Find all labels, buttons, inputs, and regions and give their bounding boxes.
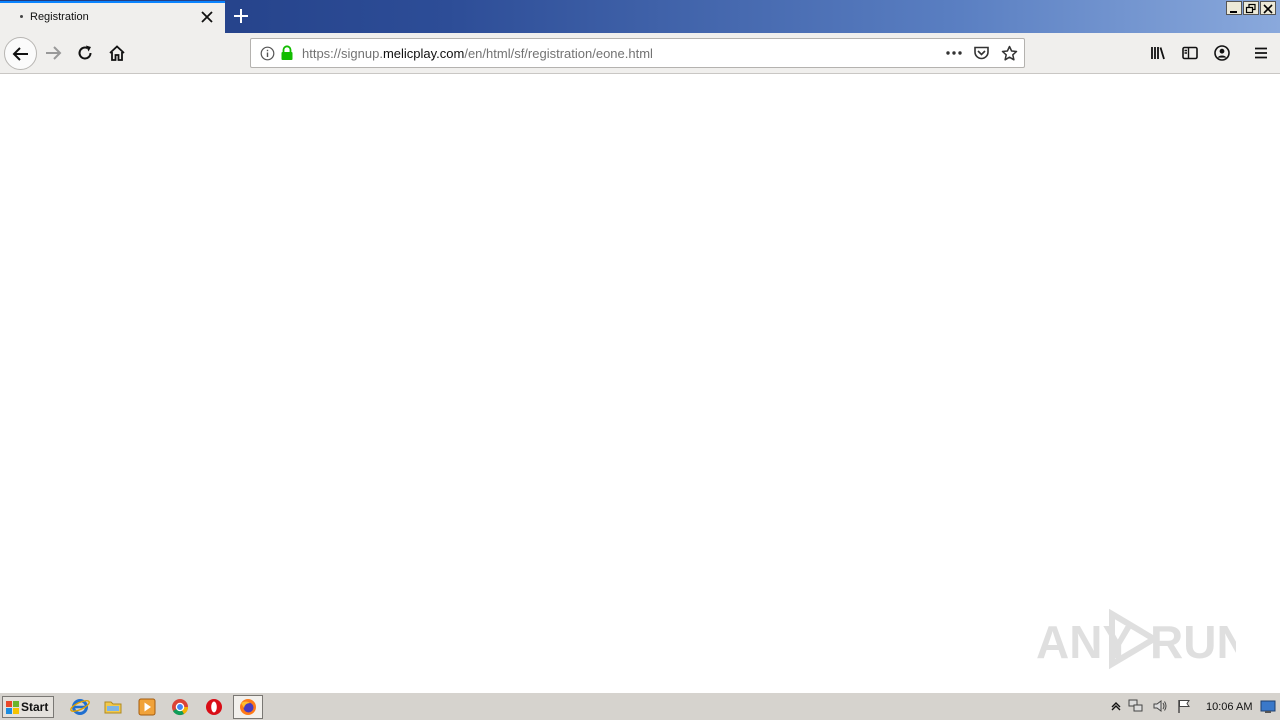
- close-tab-icon[interactable]: [199, 9, 215, 25]
- account-button[interactable]: [1207, 38, 1237, 68]
- info-icon[interactable]: [260, 46, 275, 61]
- sidebar-icon: [1182, 46, 1198, 60]
- more-actions-icon[interactable]: [945, 46, 963, 60]
- account-icon: [1214, 45, 1230, 61]
- media-player-icon[interactable]: [137, 697, 157, 717]
- back-button[interactable]: [4, 37, 37, 70]
- reload-button[interactable]: [70, 38, 100, 68]
- new-tab-icon[interactable]: [231, 6, 251, 26]
- tab-registration[interactable]: Registration: [0, 1, 225, 33]
- file-explorer-icon[interactable]: [103, 697, 123, 717]
- window-close-icon[interactable]: [1260, 1, 1276, 15]
- window-controls: [1226, 1, 1276, 15]
- tab-strip: Registration: [0, 0, 1280, 33]
- opera-icon[interactable]: [204, 697, 224, 717]
- volume-icon[interactable]: [1152, 698, 1168, 714]
- windows-logo-icon: [6, 701, 19, 714]
- taskbar: Start 10:06 AM: [0, 692, 1280, 720]
- loading-dot-icon: [20, 15, 23, 18]
- reload-icon: [78, 45, 92, 60]
- network-icon[interactable]: [1128, 698, 1144, 714]
- show-desktop-icon[interactable]: [1260, 699, 1276, 715]
- start-label: Start: [21, 700, 49, 714]
- anyrun-watermark: ANY RUN: [1036, 606, 1250, 677]
- url-prefix: https://signup.: [302, 46, 383, 61]
- back-arrow-icon: [12, 46, 28, 61]
- menu-button[interactable]: [1246, 38, 1276, 68]
- action-center-flag-icon[interactable]: [1176, 698, 1192, 714]
- url-text: https://signup.melicplay.com/en/html/sf/…: [302, 46, 653, 61]
- forward-arrow-icon: [46, 46, 62, 60]
- home-button[interactable]: [102, 38, 132, 68]
- firefox-taskbar-button[interactable]: [233, 695, 263, 719]
- minimize-icon[interactable]: [1226, 1, 1242, 15]
- home-icon: [109, 45, 125, 61]
- hamburger-menu-icon: [1255, 47, 1267, 59]
- url-host: melicplay.com: [382, 46, 465, 61]
- pocket-icon[interactable]: [973, 45, 990, 62]
- watermark-text-right: RUN: [1150, 616, 1236, 668]
- url-path: /en/html/sf/registration/eone.html: [464, 46, 653, 61]
- restore-icon[interactable]: [1243, 1, 1259, 15]
- address-bar[interactable]: https://signup.melicplay.com/en/html/sf/…: [250, 38, 1025, 68]
- show-hidden-icons-icon[interactable]: [1108, 698, 1124, 714]
- forward-button[interactable]: [38, 38, 68, 68]
- firefox-icon: [240, 699, 256, 715]
- lock-icon[interactable]: [280, 45, 294, 61]
- chrome-icon[interactable]: [170, 697, 190, 717]
- star-icon[interactable]: [1001, 45, 1018, 62]
- start-button[interactable]: Start: [2, 696, 54, 718]
- library-icon: [1151, 47, 1165, 60]
- tab-title: Registration: [30, 11, 89, 23]
- library-button[interactable]: [1143, 38, 1173, 68]
- internet-explorer-icon[interactable]: [70, 697, 90, 717]
- navigation-toolbar: https://signup.melicplay.com/en/html/sf/…: [0, 33, 1280, 74]
- page-content: [0, 75, 1280, 692]
- clock-time[interactable]: 10:06 AM: [1206, 701, 1252, 713]
- sidebar-button[interactable]: [1175, 38, 1205, 68]
